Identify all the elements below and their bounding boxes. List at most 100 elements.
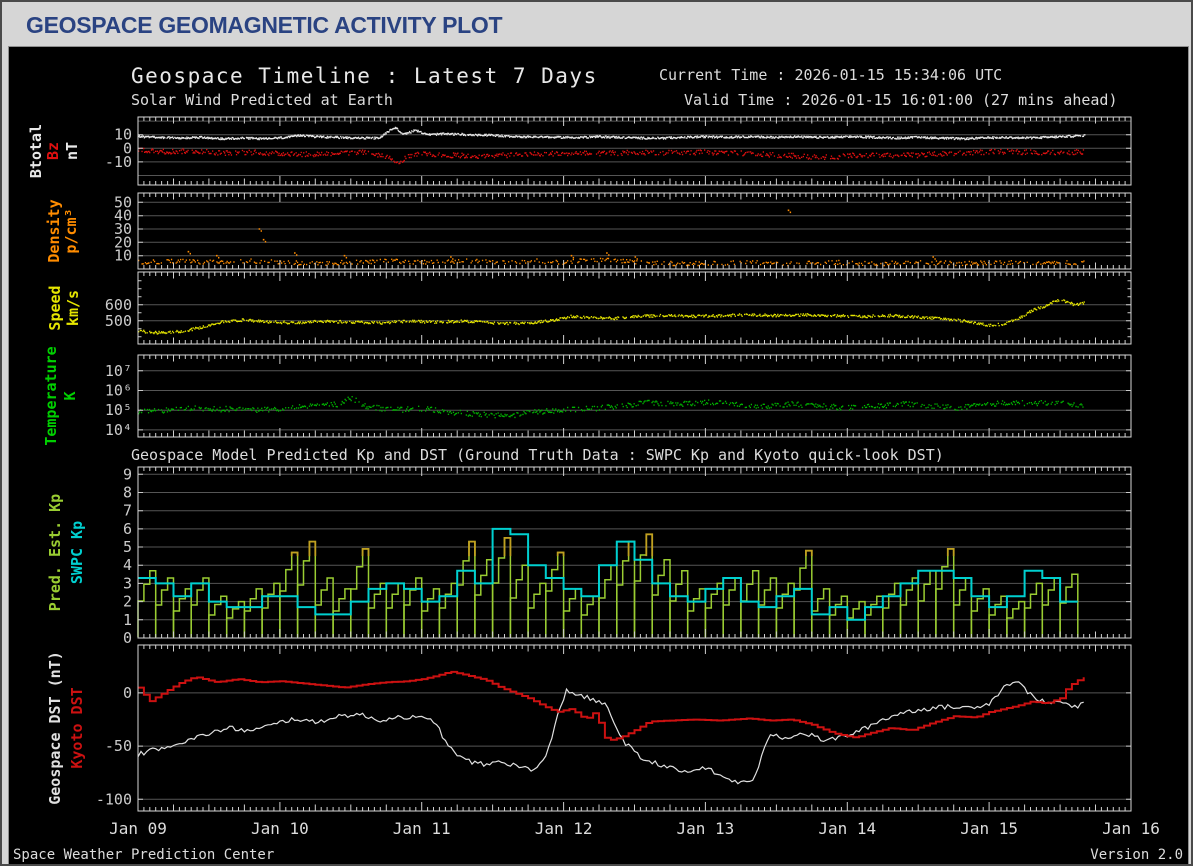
- y-tick-label: 10⁷: [105, 362, 132, 380]
- pred-kp-segment: [1023, 582, 1044, 638]
- axis-label-geospace-dst-nt-: Geospace DST (nT): [46, 651, 64, 805]
- pred-kp-segment: [350, 548, 370, 638]
- x-axis-day-label: Jan 12: [535, 819, 593, 838]
- series-temperature: [138, 396, 1084, 419]
- y-tick-label: -10: [105, 153, 132, 171]
- axis-label-speed: Speed: [46, 285, 64, 330]
- x-axis-labels: Jan 09 Jan 10 Jan 11 Jan 12 Jan 13 Jan 14 Jan …: [109, 819, 1160, 838]
- pred-kp-segment: [154, 577, 175, 638]
- x-axis-day-label: Jan 16: [1102, 819, 1160, 838]
- pred-kp-segment: [882, 582, 902, 638]
- pred-kp-segment: [704, 582, 724, 638]
- series-btotal: [138, 126, 1086, 141]
- pred-kp-segment: [332, 588, 352, 638]
- panel-speed: 600500Speed km/s: [46, 271, 1132, 345]
- pred-kp-high-segment: [308, 540, 317, 557]
- y-tick-marks: [138, 280, 1131, 338]
- x-axis-day-label: Jan 15: [960, 819, 1018, 838]
- axis-label-p-cm-: p/cm³: [62, 208, 80, 253]
- axis-label-nt: nT: [63, 142, 81, 160]
- kp-dst-section-title: Geospace Model Predicted Kp and DST (Gro…: [131, 446, 944, 464]
- outlier-dot: [262, 238, 267, 243]
- pred-kp-segment: [261, 582, 281, 638]
- pred-kp-segment: [775, 582, 795, 638]
- footer-agency-label: Space Weather Prediction Center: [13, 847, 274, 863]
- axis-label-km-s: km/s: [64, 290, 82, 326]
- axis-label-kyoto-dst: Kyoto DST: [68, 687, 86, 768]
- y-tick-label: 500: [105, 312, 132, 330]
- plot-box: Geospace Timeline : Latest 7 Days Curren…: [8, 46, 1189, 864]
- pred-kp-segment: [952, 577, 973, 638]
- time-tick-marks: [137, 272, 1132, 344]
- y-tick-label: 6: [123, 520, 132, 538]
- time-tick-marks: [137, 645, 1132, 811]
- x-axis-day-label: Jan 09: [109, 819, 167, 838]
- pred-kp-segment: [190, 577, 210, 638]
- pred-kp-segment: [456, 540, 476, 638]
- pred-kp-segment: [740, 569, 760, 638]
- outlier-dot: [294, 252, 298, 256]
- page-title: GEOSPACE GEOMAGNETIC ACTIVITY PLOT: [26, 11, 503, 38]
- series-bz: [138, 147, 1085, 165]
- pred-kp-segment: [562, 588, 583, 638]
- pred-kp-segment: [899, 577, 919, 638]
- panel-dst: 0 -50 -100 Geospace DST (nT) Kyoto DST: [46, 644, 1132, 812]
- panel-bfield: 100-10Btotal Bz nT: [27, 116, 1132, 186]
- panel-kp: 9876543210 Pred. Est. Kp SWPC Kp: [46, 465, 1132, 647]
- pred-kp-high-segment: [805, 549, 813, 557]
- time-tick-marks: [137, 355, 1132, 437]
- pred-kp-segment: [616, 540, 636, 638]
- pred-kp-segment: [811, 588, 831, 638]
- geospace-activity-page: GEOSPACE GEOMAGNETIC ACTIVITY PLOT Geosp…: [0, 0, 1193, 866]
- axis-label-pred-est-kp: Pred. Est. Kp: [46, 494, 64, 611]
- x-axis-day-label: Jan 11: [393, 819, 451, 838]
- pred-kp-segment: [527, 582, 547, 638]
- pred-kp-segment: [491, 537, 512, 638]
- outlier-dot: [450, 256, 454, 260]
- y-tick-marks: [138, 370, 1131, 431]
- y-tick-label: 9: [123, 465, 132, 483]
- y-tick-label: -50: [105, 737, 132, 755]
- axis-label-k: K: [61, 391, 79, 400]
- outlier-dot: [634, 256, 638, 260]
- pred-kp-high-segment: [468, 540, 476, 557]
- pred-kp-segment: [137, 569, 157, 638]
- panel-density: 5040302010Density p/cm³: [45, 192, 1132, 270]
- chart-panels: 100-10Btotal Bz nT5040302010Density p/cm³ 6 0…: [27, 116, 1132, 812]
- pred-kp-segment: [793, 549, 813, 638]
- y-tick-label: 7: [123, 502, 132, 520]
- pred-kp-segment: [633, 533, 653, 638]
- panel-border: [137, 354, 1132, 438]
- x-axis-day-label: Jan 10: [251, 819, 309, 838]
- x-axis-day-label: Jan 13: [677, 819, 735, 838]
- y-tick-label: 10: [114, 247, 132, 265]
- page-header: GEOSPACE GEOMAGNETIC ACTIVITY PLOT: [26, 6, 503, 44]
- pred-kp-high-segment: [290, 551, 299, 557]
- pred-kp-segment: [828, 595, 849, 638]
- outlier-dot: [932, 256, 936, 260]
- pred-kp-segment: [580, 595, 600, 638]
- solar-wind-section-title: Solar Wind Predicted at Earth: [131, 91, 393, 109]
- panel-border: [137, 271, 1132, 345]
- axis-label-swpc-kp: SWPC Kp: [68, 521, 86, 584]
- geospace-dst-line: [137, 681, 1084, 785]
- y-tick-label: 10⁴: [105, 421, 132, 439]
- pred-kp-segment: [438, 582, 458, 638]
- axis-label-bz: Bz: [44, 142, 62, 160]
- outlier-dot: [606, 252, 610, 256]
- pred-kp-segment: [722, 577, 742, 638]
- panel-temp: 10⁷ 10⁶10⁵ 10⁴ Temperature K: [42, 346, 1132, 446]
- y-tick-label: 1: [123, 611, 132, 629]
- y-tick-label: 5: [123, 538, 132, 556]
- outlier-dot: [787, 209, 792, 214]
- pred-kp-segment: [651, 559, 671, 638]
- y-tick-label: 10⁶: [105, 382, 132, 400]
- y-tick-label: 3: [123, 574, 132, 592]
- plot-title: Geospace Timeline : Latest 7 Days: [131, 64, 598, 88]
- pred-kp-segment: [686, 588, 707, 638]
- y-tick-label: 4: [123, 556, 132, 574]
- pred-kp-segment: [420, 588, 441, 638]
- y-tick-label: 0: [123, 684, 132, 702]
- axis-label-temperature: Temperature: [42, 346, 60, 445]
- panel-border: [137, 644, 1132, 812]
